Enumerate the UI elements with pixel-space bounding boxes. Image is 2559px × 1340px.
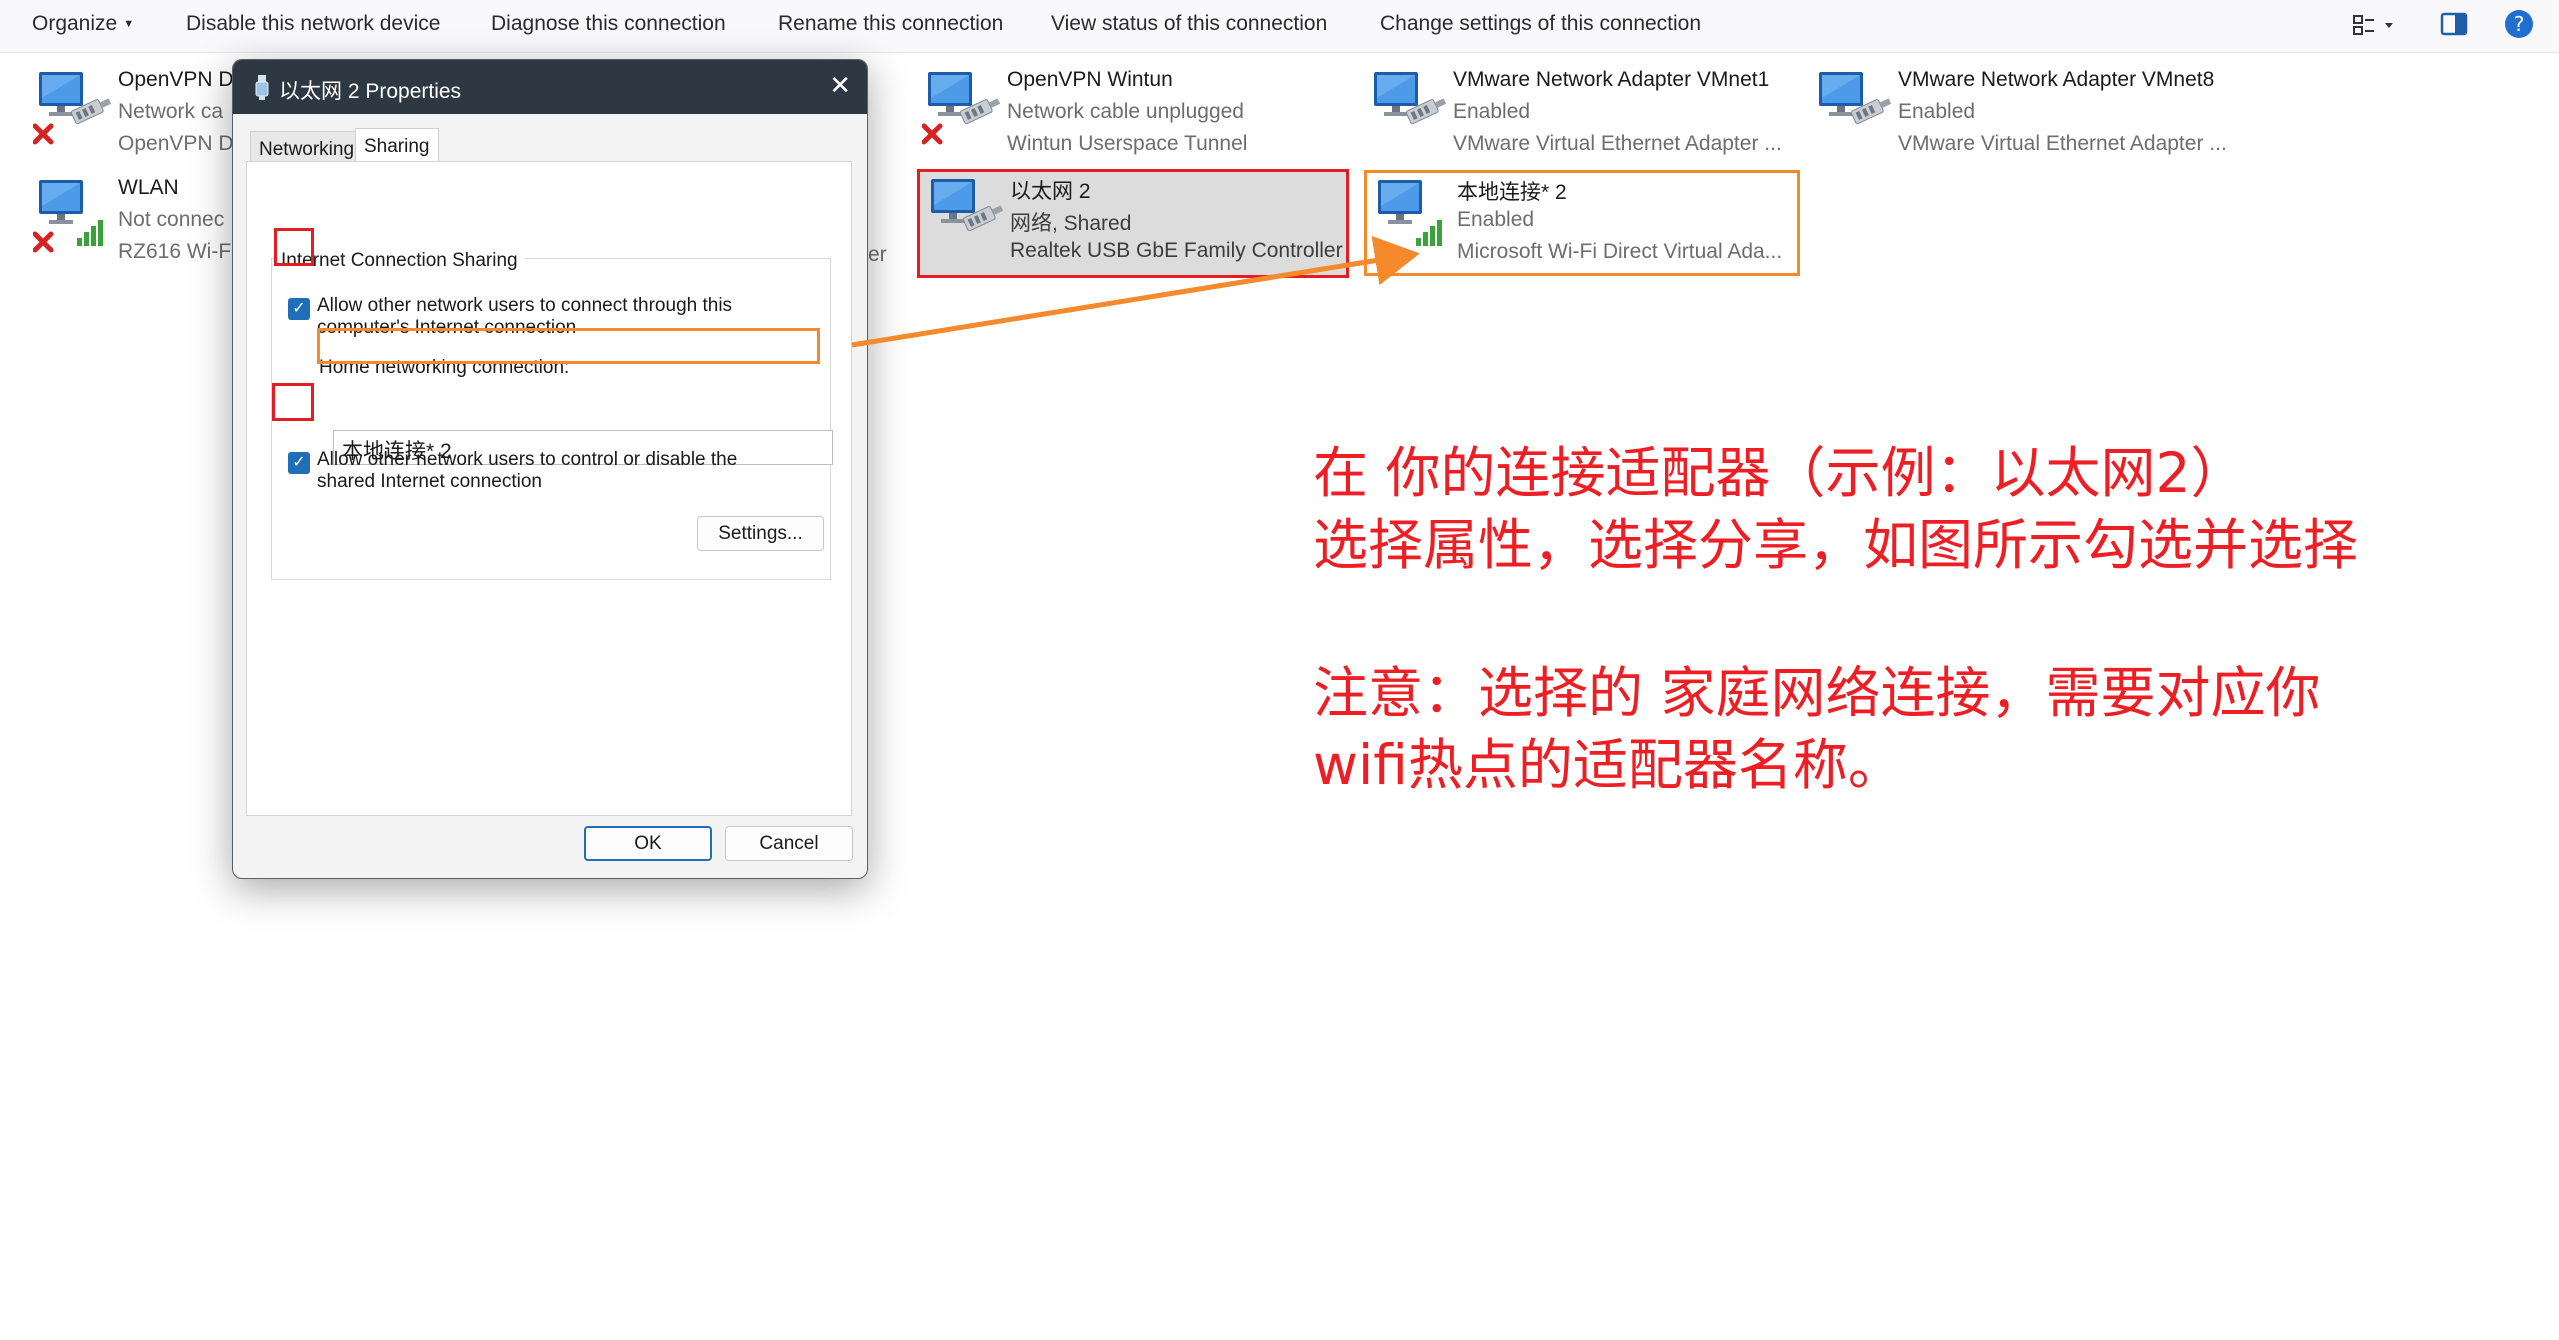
annotation-line-2: 选择属性，选择分享，如图所示勾选并选择	[1313, 513, 2359, 577]
annotation-line-1: 在 你的连接适配器（示例：以太网2）	[1313, 441, 2246, 505]
annotation-line-4: wifi热点的适配器名称。	[1313, 733, 1903, 797]
annotation-line-3: 注意：选择的 家庭网络连接，需要对应你	[1313, 661, 2321, 725]
